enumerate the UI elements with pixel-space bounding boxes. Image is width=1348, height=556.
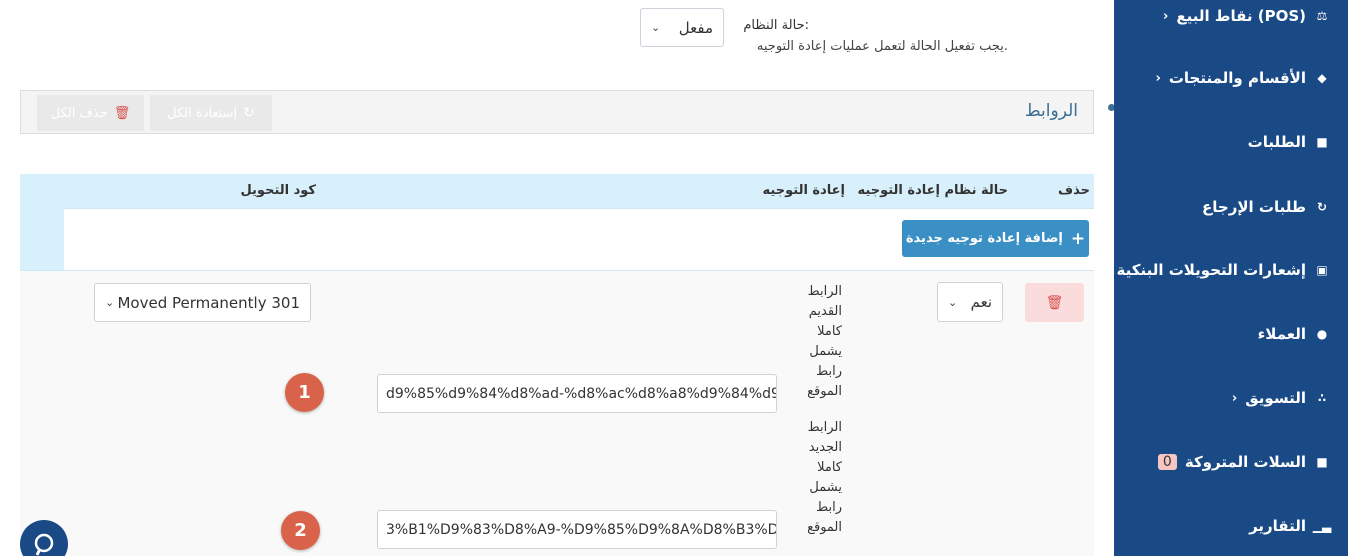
redirect-code-select[interactable]: ⌄ Moved Permanently 301 [94,283,311,322]
main-content: حالة النظام: يجب تفعيل الحالة لتعمل عملي… [0,0,1114,556]
marker-1: 1 [285,373,324,412]
delete-all-button[interactable]: حذف الكل 🗑 [37,95,144,131]
sidebar-item-label: إشعارات التحويلات البنكية [1116,261,1306,279]
sidebar-item-label: التسويق [1245,389,1306,407]
sidebar-item-abandoned-carts[interactable]: 0 السلات المتروكة ■ [1114,442,1348,482]
system-status-label: حالة النظام: [743,18,809,33]
new-url-input[interactable]: 3%B1%D9%83%D8%A9-%D9%85%D9%8A%D8%B3%D8%B… [377,510,777,549]
row-status-select[interactable]: ⌄ نعم [937,282,1003,322]
cart-icon: ■ [1316,135,1328,149]
chart-icon: ▁▃ [1312,519,1332,533]
divider [64,208,1094,209]
money-icon: ▣ [1316,263,1328,277]
chevron-down-icon: ⌄ [105,296,115,309]
header-delete: حذف [1058,183,1090,198]
undo-icon: ↻ [1316,200,1328,214]
sidebar-item-categories[interactable]: › الأقسام والمنتجات ◆ [1114,58,1348,98]
sidebar-item-reports[interactable]: التقارير ▁▃ [1114,506,1348,546]
sidebar-item-marketing[interactable]: › التسويق ∴ [1114,378,1348,418]
header-redirect: إعادة التوجيه [762,183,845,198]
system-status-select[interactable]: ⌄ مفعل [640,8,724,47]
old-url-label: الرابط القديم كاملا يشمل رابط الموقع [807,284,842,399]
sidebar-item-returns[interactable]: طلبات الإرجاع ↻ [1114,187,1348,227]
chevron-down-icon: ⌄ [651,21,661,34]
marker-2: 2 [281,511,320,550]
sidebar-item-pos[interactable]: › نقاط البيع (POS) ⚖ [1114,0,1348,36]
add-redirect-button[interactable]: إضافة إعادة توجيه جديدة + [902,220,1089,257]
sidebar-item-customers[interactable]: العملاء ● [1114,314,1348,354]
system-status-value: مفعل [678,18,713,37]
links-panel-title: الروابط [1024,101,1078,121]
chevron-right-icon: › [1155,70,1161,86]
scale-icon: ⚖ [1316,9,1328,23]
row-status-value: نعم [970,293,992,311]
undo-icon: ↻ [243,105,255,121]
plus-icon: + [1070,228,1086,249]
redirect-code-value: Moved Permanently 301 [117,293,300,312]
trash-icon: 🗑 [1045,294,1064,311]
user-icon: ● [1316,327,1328,341]
restore-all-button[interactable]: إستعادة الكل ↻ [150,95,272,131]
chevron-right-icon: › [1231,390,1238,406]
system-status-hint: يجب تفعيل الحالة لتعمل عمليات إعادة التو… [756,39,1008,54]
abandoned-carts-badge: 0 [1157,454,1177,470]
sidebar-item-label: الأقسام والمنتجات [1168,69,1306,87]
links-panel: حذف الكل 🗑 إستعادة الكل ↻ الروابط [20,90,1094,134]
new-url-label: الرابط الجديد كاملا يشمل رابط الموقع [807,420,842,535]
search-icon [34,533,54,556]
sidebar-item-bank-transfers[interactable]: إشعارات التحويلات البنكية ▣ [1114,250,1348,290]
share-icon: ∴ [1317,391,1327,405]
sidebar-item-label: طلبات الإرجاع [1202,198,1306,216]
header-side-strip [20,208,64,271]
sidebar-item-label: العملاء [1257,325,1306,343]
table-header: حذف حالة نظام إعادة التوجيه إعادة التوجي… [20,174,1094,208]
sidebar: › نقاط البيع (POS) ⚖ › الأقسام والمنتجات… [1114,0,1348,556]
old-url-input[interactable]: d9%85%d9%84%d8%ad-%d8%ac%d8%a8%d9%84%d9%… [377,374,777,413]
sidebar-item-label: نقاط البيع (POS) [1176,7,1306,25]
delete-all-label: حذف الكل [50,105,108,121]
header-code: كود التحويل [240,183,316,198]
sidebar-item-orders[interactable]: الطلبات ■ [1114,122,1348,162]
restore-all-label: إستعادة الكل [167,105,238,121]
sidebar-item-label: التقارير [1249,517,1306,535]
chevron-right-icon: › [1163,8,1169,24]
trash-icon: 🗑 [113,105,131,121]
header-status: حالة نظام إعادة التوجيه [857,183,1008,198]
delete-row-button[interactable]: 🗑 [1025,283,1084,322]
sidebar-item-label: السلات المتروكة [1184,453,1306,471]
cart-icon: ■ [1316,455,1328,469]
add-redirect-label: إضافة إعادة توجيه جديدة [905,231,1063,246]
sidebar-item-label: الطلبات [1247,133,1306,151]
tag-icon: ◆ [1317,71,1327,85]
chevron-down-icon: ⌄ [948,295,958,309]
